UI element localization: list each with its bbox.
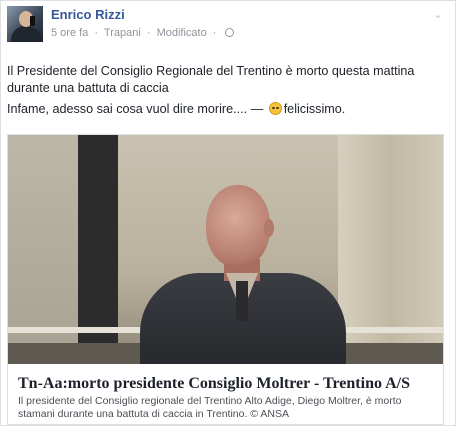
avatar-body (11, 26, 41, 42)
post-location[interactable]: Trapani (104, 27, 141, 39)
post-text: Il Presidente del Consiglio Regionale de… (7, 63, 445, 122)
link-title[interactable]: Tn-Aa:morto presidente Consiglio Moltrer… (18, 375, 410, 393)
edited-label[interactable]: Modificato (157, 27, 207, 39)
shared-link-card[interactable]: Tn-Aa:morto presidente Consiglio Moltrer… (7, 134, 444, 425)
facebook-post: Enrico Rizzi 5 ore fa · Trapani · Modifi… (0, 0, 456, 426)
globe-icon[interactable] (224, 28, 234, 37)
post-header: Enrico Rizzi 5 ore fa · Trapani · Modifi… (7, 6, 449, 54)
image-person (128, 185, 358, 364)
person-tie (236, 281, 248, 321)
link-description: Il presidente del Consiglio regionale de… (18, 395, 402, 420)
meta-separator: · (94, 27, 99, 39)
avatar[interactable] (7, 6, 43, 42)
link-preview-image[interactable] (8, 135, 443, 364)
post-time[interactable]: 5 ore fa (51, 27, 88, 39)
chevron-down-icon[interactable]: ⌄ (431, 8, 445, 22)
post-text-line2-main: Infame, adesso sai cosa vuol dire morire… (7, 102, 264, 116)
laughing-emoji-icon (268, 102, 282, 115)
phone-icon (30, 16, 35, 26)
person-head (206, 185, 270, 267)
post-text-line2: Infame, adesso sai cosa vuol dire morire… (7, 101, 445, 118)
meta-separator: · (146, 27, 151, 39)
person-ear (264, 219, 274, 237)
meta-separator: · (212, 27, 217, 39)
author-name[interactable]: Enrico Rizzi (51, 7, 125, 22)
feeling-label[interactable]: felicissimo. (284, 102, 346, 116)
post-meta: 5 ore fa · Trapani · Modificato · (51, 27, 237, 39)
post-text-line1: Il Presidente del Consiglio Regionale de… (7, 64, 415, 95)
